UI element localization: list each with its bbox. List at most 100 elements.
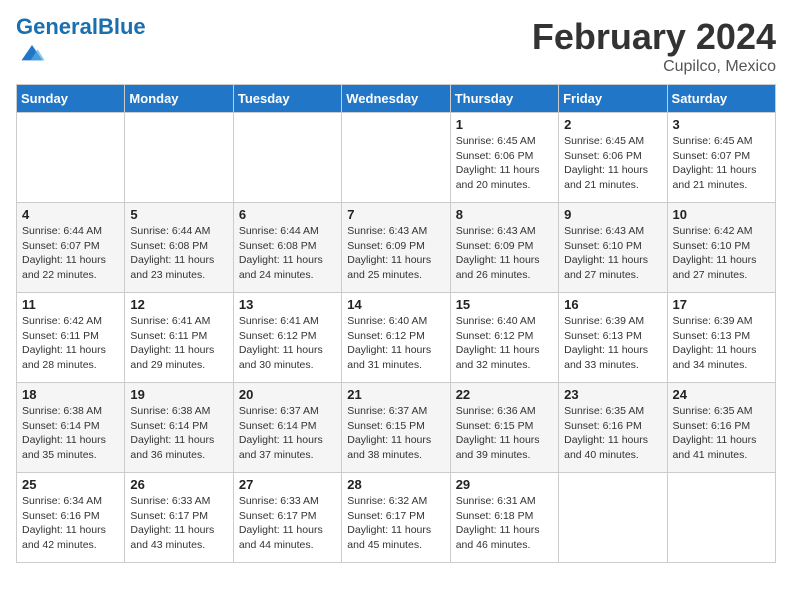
day-number: 11 bbox=[22, 297, 119, 312]
day-info: Sunrise: 6:32 AM Sunset: 6:17 PM Dayligh… bbox=[347, 494, 444, 553]
logo-icon bbox=[18, 38, 46, 66]
day-number: 5 bbox=[130, 207, 227, 222]
day-cell: 10Sunrise: 6:42 AM Sunset: 6:10 PM Dayli… bbox=[667, 203, 775, 293]
day-cell: 4Sunrise: 6:44 AM Sunset: 6:07 PM Daylig… bbox=[17, 203, 125, 293]
day-number: 29 bbox=[456, 477, 553, 492]
day-info: Sunrise: 6:45 AM Sunset: 6:06 PM Dayligh… bbox=[564, 134, 661, 193]
day-cell: 14 Sunrise: 6:40 AM Sunset: 6:12 PM Dayli… bbox=[342, 293, 450, 383]
day-info: Sunrise: 6:39 AM Sunset: 6:13 PM Dayligh… bbox=[564, 314, 661, 373]
day-info: Sunrise: 6:34 AM Sunset: 6:16 PM Dayligh… bbox=[22, 494, 119, 553]
week-row-2: 4Sunrise: 6:44 AM Sunset: 6:07 PM Daylig… bbox=[17, 203, 776, 293]
day-info: Sunrise: 6:44 AM Sunset: 6:08 PM Dayligh… bbox=[130, 224, 227, 283]
day-number: 18 bbox=[22, 387, 119, 402]
day-info: Sunrise: 6:37 AM Sunset: 6:15 PM Dayligh… bbox=[347, 404, 444, 463]
day-number: 17 bbox=[673, 297, 770, 312]
week-row-5: 25 Sunrise: 6:34 AM Sunset: 6:16 PM Dayli… bbox=[17, 473, 776, 563]
day-info: Sunrise: 6:31 AM Sunset: 6:18 PM Dayligh… bbox=[456, 494, 553, 553]
day-cell: 12Sunrise: 6:41 AM Sunset: 6:11 PM Dayli… bbox=[125, 293, 233, 383]
title-block: February 2024 Cupilco, Mexico bbox=[532, 16, 776, 76]
day-number: 23 bbox=[564, 387, 661, 402]
day-info: Sunrise: 6:40 AM Sunset: 6:12 PM Dayligh… bbox=[347, 314, 444, 373]
day-number: 25 bbox=[22, 477, 119, 492]
day-info: Sunrise: 6:41 AM Sunset: 6:12 PM Dayligh… bbox=[239, 314, 336, 373]
weekday-wednesday: Wednesday bbox=[342, 85, 450, 113]
day-cell: 13 Sunrise: 6:41 AM Sunset: 6:12 PM Dayli… bbox=[233, 293, 341, 383]
day-info: Sunrise: 6:37 AM Sunset: 6:14 PM Dayligh… bbox=[239, 404, 336, 463]
weekday-sunday: Sunday bbox=[17, 85, 125, 113]
day-number: 26 bbox=[130, 477, 227, 492]
day-cell bbox=[233, 113, 341, 203]
day-number: 14 bbox=[347, 297, 444, 312]
day-cell: 22 Sunrise: 6:36 AM Sunset: 6:15 PM Dayli… bbox=[450, 383, 558, 473]
day-cell: 23 Sunrise: 6:35 AM Sunset: 6:16 PM Dayli… bbox=[559, 383, 667, 473]
day-cell: 25 Sunrise: 6:34 AM Sunset: 6:16 PM Dayli… bbox=[17, 473, 125, 563]
day-number: 13 bbox=[239, 297, 336, 312]
day-info: Sunrise: 6:43 AM Sunset: 6:10 PM Dayligh… bbox=[564, 224, 661, 283]
day-number: 16 bbox=[564, 297, 661, 312]
day-cell: 21Sunrise: 6:37 AM Sunset: 6:15 PM Dayli… bbox=[342, 383, 450, 473]
calendar-title: February 2024 bbox=[532, 16, 776, 58]
logo-text: GeneralBlue bbox=[16, 16, 146, 38]
logo-blue: Blue bbox=[98, 14, 146, 39]
day-info: Sunrise: 6:35 AM Sunset: 6:16 PM Dayligh… bbox=[673, 404, 770, 463]
week-row-3: 11 Sunrise: 6:42 AM Sunset: 6:11 PM Dayli… bbox=[17, 293, 776, 383]
day-info: Sunrise: 6:43 AM Sunset: 6:09 PM Dayligh… bbox=[347, 224, 444, 283]
day-number: 1 bbox=[456, 117, 553, 132]
day-cell: 5 Sunrise: 6:44 AM Sunset: 6:08 PM Daylig… bbox=[125, 203, 233, 293]
day-number: 2 bbox=[564, 117, 661, 132]
day-number: 24 bbox=[673, 387, 770, 402]
day-info: Sunrise: 6:38 AM Sunset: 6:14 PM Dayligh… bbox=[22, 404, 119, 463]
day-number: 8 bbox=[456, 207, 553, 222]
day-cell: 2 Sunrise: 6:45 AM Sunset: 6:06 PM Daylig… bbox=[559, 113, 667, 203]
day-cell: 8 Sunrise: 6:43 AM Sunset: 6:09 PM Daylig… bbox=[450, 203, 558, 293]
weekday-saturday: Saturday bbox=[667, 85, 775, 113]
day-info: Sunrise: 6:40 AM Sunset: 6:12 PM Dayligh… bbox=[456, 314, 553, 373]
day-cell: 17 Sunrise: 6:39 AM Sunset: 6:13 PM Dayli… bbox=[667, 293, 775, 383]
day-number: 3 bbox=[673, 117, 770, 132]
day-number: 22 bbox=[456, 387, 553, 402]
logo: GeneralBlue bbox=[16, 16, 146, 71]
day-info: Sunrise: 6:45 AM Sunset: 6:07 PM Dayligh… bbox=[673, 134, 770, 193]
day-cell: 29 Sunrise: 6:31 AM Sunset: 6:18 PM Dayli… bbox=[450, 473, 558, 563]
day-cell: 7 Sunrise: 6:43 AM Sunset: 6:09 PM Daylig… bbox=[342, 203, 450, 293]
weekday-tuesday: Tuesday bbox=[233, 85, 341, 113]
day-cell bbox=[17, 113, 125, 203]
day-info: Sunrise: 6:42 AM Sunset: 6:11 PM Dayligh… bbox=[22, 314, 119, 373]
day-cell: 27Sunrise: 6:33 AM Sunset: 6:17 PM Dayli… bbox=[233, 473, 341, 563]
day-info: Sunrise: 6:44 AM Sunset: 6:08 PM Dayligh… bbox=[239, 224, 336, 283]
day-cell: 18 Sunrise: 6:38 AM Sunset: 6:14 PM Dayli… bbox=[17, 383, 125, 473]
weekday-monday: Monday bbox=[125, 85, 233, 113]
day-cell: 6Sunrise: 6:44 AM Sunset: 6:08 PM Daylig… bbox=[233, 203, 341, 293]
week-row-1: 1 Sunrise: 6:45 AM Sunset: 6:06 PM Daylig… bbox=[17, 113, 776, 203]
day-number: 28 bbox=[347, 477, 444, 492]
day-number: 19 bbox=[130, 387, 227, 402]
day-info: Sunrise: 6:39 AM Sunset: 6:13 PM Dayligh… bbox=[673, 314, 770, 373]
day-cell: 19Sunrise: 6:38 AM Sunset: 6:14 PM Dayli… bbox=[125, 383, 233, 473]
day-number: 12 bbox=[130, 297, 227, 312]
day-info: Sunrise: 6:42 AM Sunset: 6:10 PM Dayligh… bbox=[673, 224, 770, 283]
day-cell bbox=[559, 473, 667, 563]
day-number: 9 bbox=[564, 207, 661, 222]
day-cell: 20 Sunrise: 6:37 AM Sunset: 6:14 PM Dayli… bbox=[233, 383, 341, 473]
day-cell: 3 Sunrise: 6:45 AM Sunset: 6:07 PM Daylig… bbox=[667, 113, 775, 203]
day-cell: 24 Sunrise: 6:35 AM Sunset: 6:16 PM Dayli… bbox=[667, 383, 775, 473]
day-info: Sunrise: 6:36 AM Sunset: 6:15 PM Dayligh… bbox=[456, 404, 553, 463]
day-number: 4 bbox=[22, 207, 119, 222]
day-info: Sunrise: 6:43 AM Sunset: 6:09 PM Dayligh… bbox=[456, 224, 553, 283]
day-number: 7 bbox=[347, 207, 444, 222]
weekday-header-row: SundayMondayTuesdayWednesdayThursdayFrid… bbox=[17, 85, 776, 113]
day-cell bbox=[125, 113, 233, 203]
day-cell: 16 Sunrise: 6:39 AM Sunset: 6:13 PM Dayli… bbox=[559, 293, 667, 383]
day-cell bbox=[667, 473, 775, 563]
logo-general: General bbox=[16, 14, 98, 39]
weekday-friday: Friday bbox=[559, 85, 667, 113]
day-number: 15 bbox=[456, 297, 553, 312]
day-number: 27 bbox=[239, 477, 336, 492]
day-info: Sunrise: 6:35 AM Sunset: 6:16 PM Dayligh… bbox=[564, 404, 661, 463]
day-number: 20 bbox=[239, 387, 336, 402]
day-cell: 15 Sunrise: 6:40 AM Sunset: 6:12 PM Dayli… bbox=[450, 293, 558, 383]
day-cell: 26 Sunrise: 6:33 AM Sunset: 6:17 PM Dayli… bbox=[125, 473, 233, 563]
day-cell: 28 Sunrise: 6:32 AM Sunset: 6:17 PM Dayli… bbox=[342, 473, 450, 563]
day-cell: 11 Sunrise: 6:42 AM Sunset: 6:11 PM Dayli… bbox=[17, 293, 125, 383]
day-info: Sunrise: 6:33 AM Sunset: 6:17 PM Dayligh… bbox=[130, 494, 227, 553]
